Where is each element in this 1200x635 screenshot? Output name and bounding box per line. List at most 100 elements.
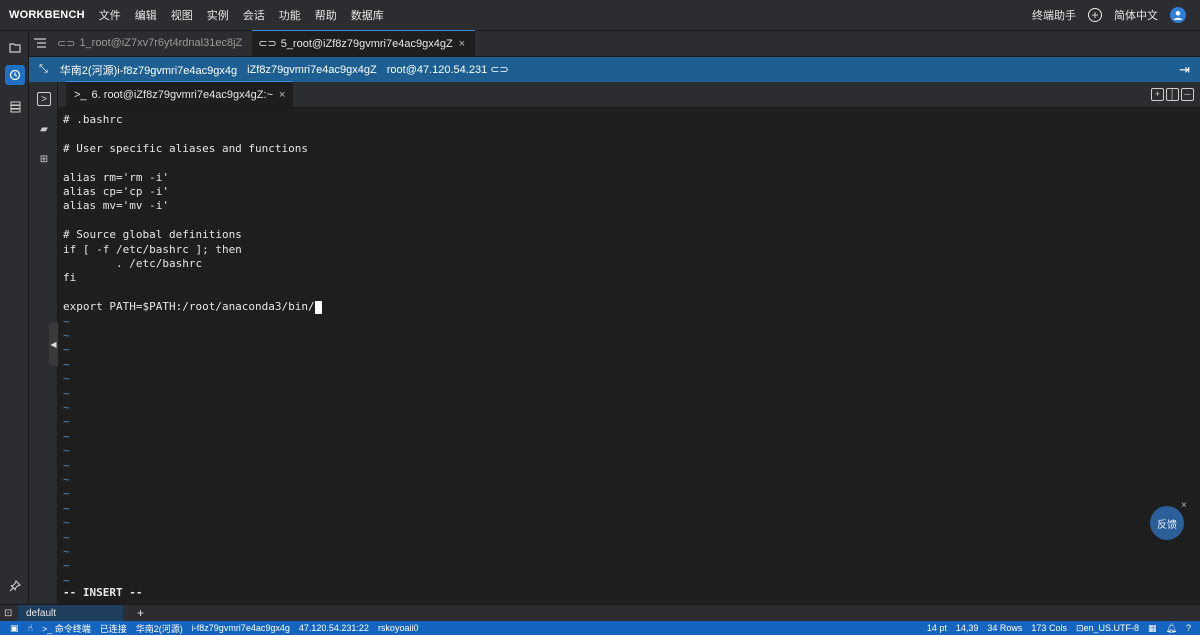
close-icon[interactable]: × — [279, 89, 285, 101]
status-user: rskoyoaii0 — [377, 623, 419, 633]
font-size[interactable]: 14 pt — [927, 623, 947, 633]
prompt-icon: >_ — [74, 88, 87, 101]
bell-icon[interactable]: 🔔︎ — [1166, 623, 1177, 634]
menu-edit[interactable]: 编辑 — [135, 7, 157, 23]
add-tab-button[interactable]: + — [137, 606, 144, 620]
empty-line-marker: ~ — [63, 386, 70, 400]
vim-mode-indicator: -- INSERT -- — [63, 586, 143, 599]
empty-line-marker: ~ — [63, 343, 70, 357]
menu-database[interactable]: 数据库 — [351, 7, 384, 23]
text-cursor — [314, 300, 322, 314]
app-brand: WORKBENCH — [9, 9, 85, 21]
terminal-assistant-button[interactable]: 终端助手 — [1032, 7, 1076, 23]
session-tab-5[interactable]: ⊂⊃ 5_root@iZf8z79gvmri7e4ac9gx4gZ × — [252, 30, 476, 56]
bottom-tab-label: default — [26, 607, 57, 619]
empty-line-marker: ~ — [63, 415, 70, 429]
session-tab-1[interactable]: ⊂⊃ 1_root@iZ7xv7r6yt4rdnal31ec8jZ — [51, 30, 252, 56]
session-list-icon[interactable] — [29, 30, 51, 56]
empty-line-marker: ~ — [63, 329, 70, 342]
close-icon[interactable]: × — [1181, 500, 1187, 511]
terminal-line: alias cp='cp -i' — [63, 185, 169, 198]
status-right-group: 14 pt 14,39 34 Rows 173 Cols ⊡en_US.UTF-… — [927, 623, 1200, 634]
terminal-line: alias mv='mv -i' — [63, 199, 169, 213]
terminal-line: # Source global definitions — [63, 228, 242, 242]
feedback-button[interactable]: 反馈 — [1150, 506, 1184, 540]
file-icon[interactable]: ▰ — [37, 122, 51, 136]
empty-line-marker: ~ — [63, 473, 70, 486]
empty-line-marker: ~ — [63, 516, 70, 530]
terminal-tab-row: >_ 6. root@iZf8z79gvmri7e4ac9gx4gZ:~ × +… — [58, 81, 1200, 108]
empty-line-marker: ~ — [63, 401, 70, 414]
split-horizontal-icon[interactable]: ─ — [1181, 88, 1194, 101]
menu-session[interactable]: 会话 — [243, 7, 265, 23]
terminal-line: fi — [63, 271, 77, 285]
add-circle-icon[interactable]: + — [1088, 8, 1102, 22]
menu-bar: WORKBENCH 文件 编辑 视图 实例 会话 功能 帮助 数据库 终端助手 … — [0, 0, 1200, 31]
split-controls: + │ ─ — [1151, 88, 1194, 101]
cursor-position: 14,39 — [955, 623, 979, 633]
row-count: 34 Rows — [987, 623, 1023, 633]
terminal-mode[interactable]: >_ 命令终端 — [42, 622, 91, 635]
help-icon[interactable]: ? — [1186, 623, 1191, 633]
user-avatar-icon[interactable] — [1170, 7, 1186, 23]
hand-icon[interactable]: ☝ — [28, 623, 33, 634]
split-vertical-icon[interactable]: │ — [1166, 88, 1179, 101]
encoding[interactable]: ⊡en_US.UTF-8 — [1076, 623, 1139, 634]
empty-line-marker: ~ — [63, 372, 70, 386]
hostname: iZf8z79gvmri7e4ac9gx4gZ — [247, 63, 377, 76]
grid-icon[interactable]: ⊞ — [37, 152, 51, 166]
terminal-line: . /etc/bashrc — [63, 257, 203, 270]
close-icon[interactable]: × — [459, 38, 465, 50]
region-instance: 华南2(河源)i-f8z79gvmri7e4ac9gx4g — [59, 64, 238, 77]
empty-line-marker: ~ — [63, 501, 70, 515]
empty-line-marker: ~ — [63, 559, 70, 573]
menu-right-group: 终端助手 + 简体中文 — [1032, 7, 1186, 23]
menu-view[interactable]: 视图 — [171, 7, 193, 23]
connection-status: 已连接 — [99, 623, 127, 634]
link-icon: ⊂⊃ — [57, 37, 76, 50]
exit-icon[interactable]: ⇥ — [1179, 62, 1190, 78]
empty-line-marker: ~ — [63, 487, 70, 501]
empty-line-marker: ~ — [63, 545, 70, 558]
status-instance: i-f8z79gvmri7e4ac9gx4g — [191, 623, 290, 633]
activity-bar — [0, 31, 29, 604]
new-pane-icon[interactable]: + — [1151, 88, 1164, 101]
empty-line-marker: ~ — [63, 458, 70, 472]
status-address: 47.120.54.231:22 — [298, 623, 369, 633]
terminal-icon[interactable]: > — [37, 92, 51, 106]
layers-icon[interactable]: ▣ — [10, 623, 19, 634]
history-icon[interactable] — [5, 65, 25, 85]
menu-file[interactable]: 文件 — [99, 7, 121, 23]
terminal-screen[interactable]: # .bashrc # User specific aliases and fu… — [58, 108, 1200, 604]
pin-icon[interactable] — [5, 576, 25, 596]
empty-line-marker: ~ — [63, 530, 70, 544]
bottom-tab-default[interactable]: default — [18, 604, 123, 622]
empty-line-marker: ~ — [63, 357, 70, 371]
status-bar: ▣ ☝ >_ 命令终端 已连接 华南2(河源) i-f8z79gvmri7e4a… — [0, 621, 1200, 635]
empty-line-marker: ~ — [63, 429, 70, 443]
terminal-icon[interactable]: ⊡ — [4, 608, 18, 619]
sidebar-toggle-handle[interactable]: ◀ — [49, 322, 58, 366]
folder-icon[interactable] — [5, 37, 25, 57]
empty-line-marker: ~ — [63, 444, 70, 458]
terminal-tab-label: 6. root@iZf8z79gvmri7e4ac9gx4gZ:~ — [91, 88, 273, 101]
link-icon: ⊂⊃ — [258, 38, 277, 50]
menu-features[interactable]: 功能 — [279, 7, 301, 23]
menu-help[interactable]: 帮助 — [315, 7, 337, 23]
language-selector[interactable]: 简体中文 — [1114, 7, 1158, 23]
session-tab-label: 1_root@iZ7xv7r6yt4rdnal31ec8jZ — [79, 37, 243, 49]
session-tab-label: 5_root@iZf8z79gvmri7e4ac9gx4gZ — [280, 37, 453, 50]
col-count: 173 Cols — [1031, 623, 1067, 633]
collapse-icon[interactable]: ⤡ — [39, 63, 48, 76]
empty-line-marker: ~ — [63, 314, 70, 328]
terminal-line: if [ -f /etc/bashrc ]; then — [63, 242, 242, 256]
menu-instance[interactable]: 实例 — [207, 7, 229, 23]
connection-info-bar: ⤡ 华南2(河源)i-f8z79gvmri7e4ac9gx4g iZf8z79g… — [29, 57, 1200, 82]
session-tab-row: ⊂⊃ 1_root@iZ7xv7r6yt4rdnal31ec8jZ ⊂⊃ 5_r… — [29, 30, 1200, 57]
grid-icon[interactable]: ▦ — [1148, 623, 1157, 634]
terminal-line: alias rm='rm -i' — [63, 170, 169, 184]
database-icon[interactable] — [5, 97, 25, 117]
terminal-line: # User specific aliases and functions — [63, 141, 309, 155]
terminal-line: # .bashrc — [63, 113, 123, 126]
terminal-tab[interactable]: >_ 6. root@iZf8z79gvmri7e4ac9gx4gZ:~ × — [66, 81, 294, 107]
